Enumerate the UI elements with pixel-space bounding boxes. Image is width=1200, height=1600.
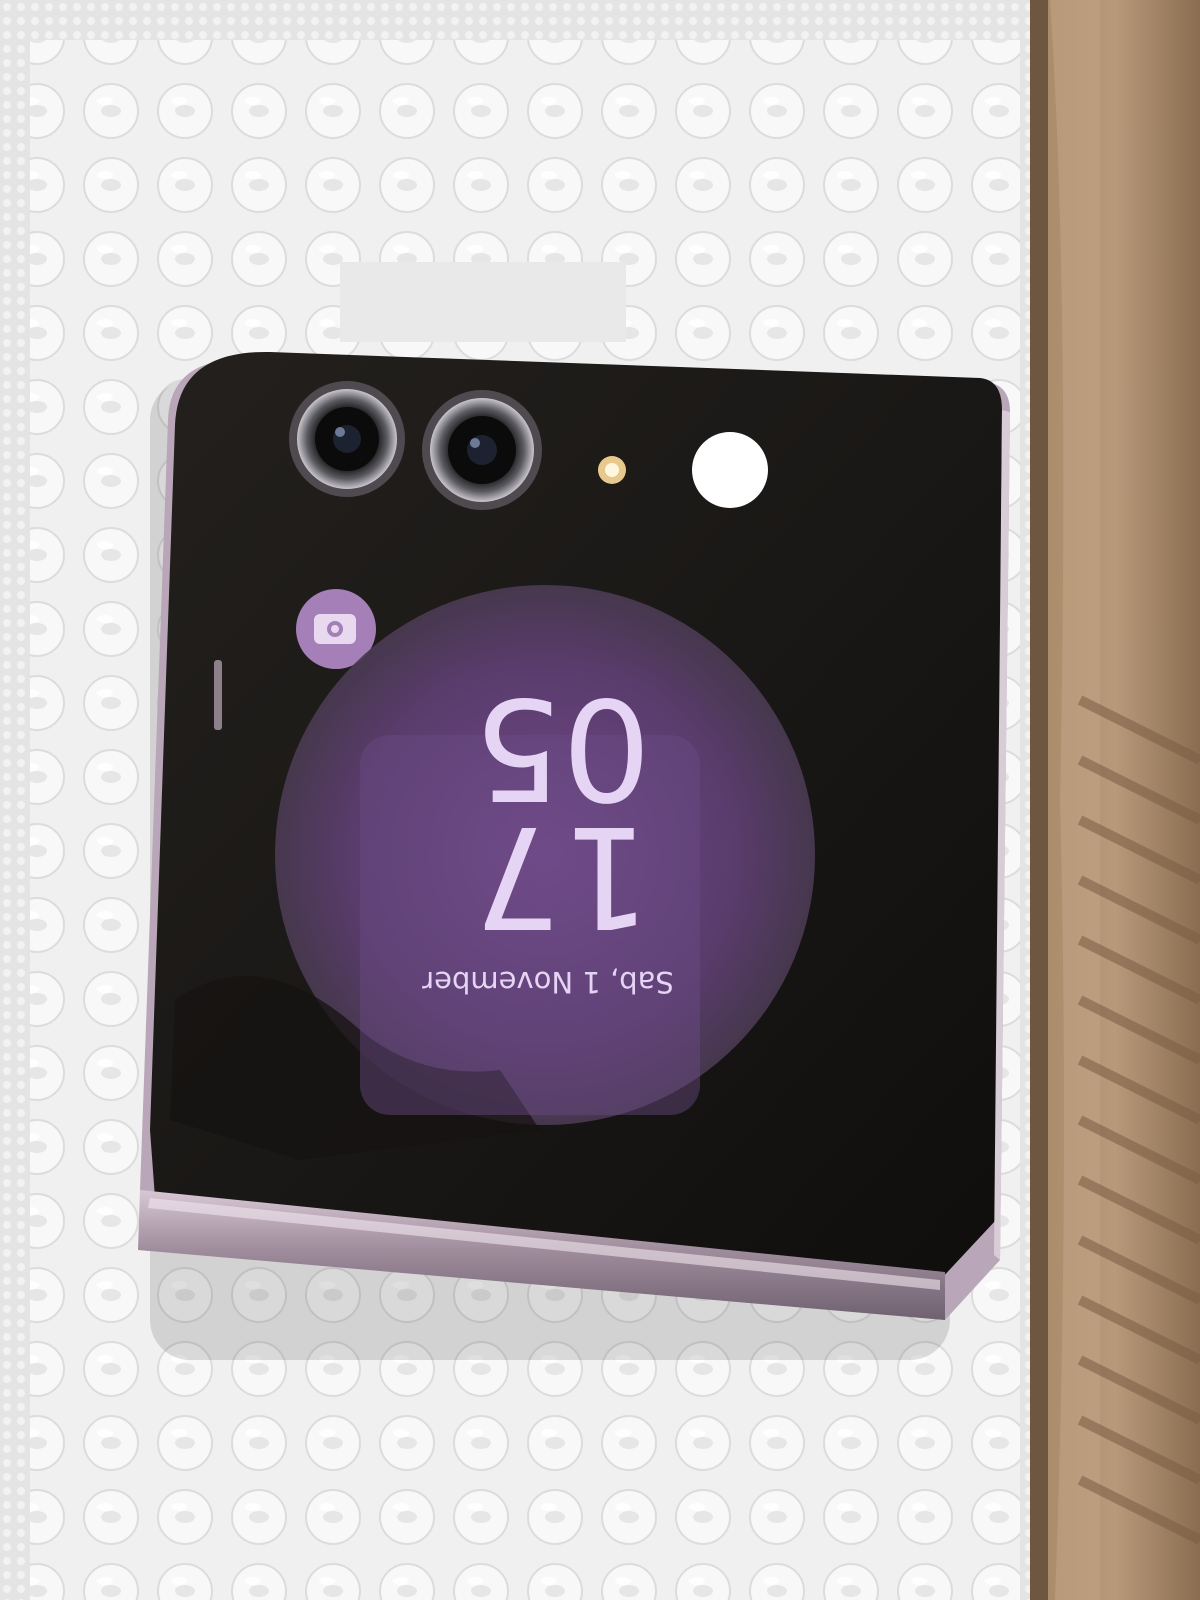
- widget-minute: 05: [473, 666, 651, 829]
- scene-svg: Sab, 1 November 17 05: [0, 0, 1200, 1600]
- photo-scene: Sab, 1 November 17 05: [0, 0, 1200, 1600]
- widget-date: Sab, 1 November: [422, 965, 674, 999]
- label-card: [340, 262, 626, 342]
- side-button: [214, 660, 222, 730]
- light-glare: [692, 432, 768, 508]
- cardboard-box: [1030, 0, 1200, 1600]
